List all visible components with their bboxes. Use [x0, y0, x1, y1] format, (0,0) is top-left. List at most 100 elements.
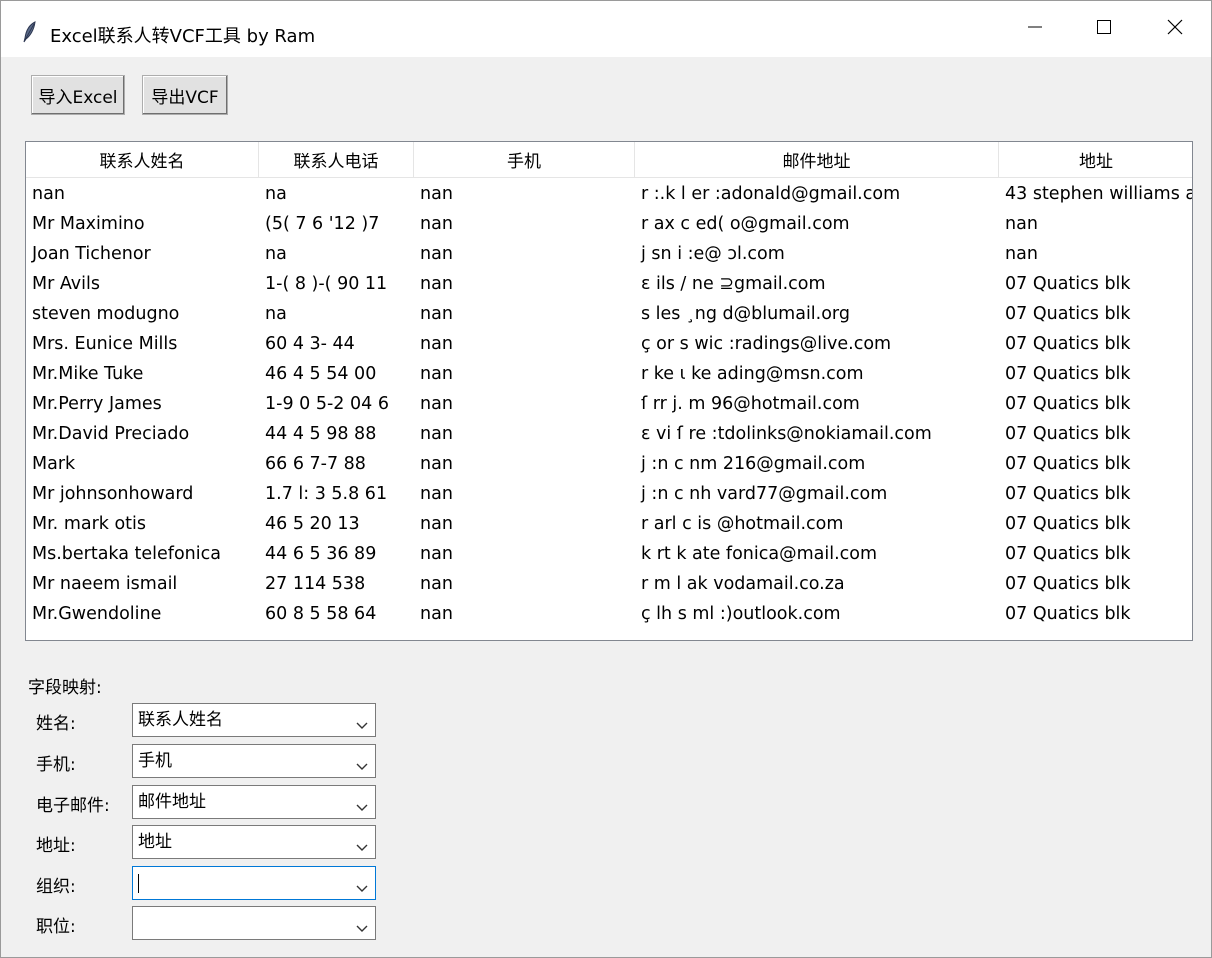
cell-phone: 1.7 l: 3 5.8 61: [265, 484, 388, 504]
cell-phone: 46 5 20 13: [265, 514, 360, 534]
field-label-title: 职位:: [36, 917, 76, 937]
chevron-down-icon[interactable]: [355, 879, 369, 892]
cell-phone: 1-9 0 5-2 04 6: [265, 394, 389, 414]
cell-name: nan: [32, 184, 65, 204]
table-row[interactable]: Mr.Perry James 1-9 0 5-2 04 6 nan ſ rr j. m…: [26, 389, 1192, 419]
cell-phone: 27 114 538: [265, 574, 366, 594]
cell-mobile: nan: [420, 304, 453, 324]
column-header-name[interactable]: 联系人姓名: [26, 142, 259, 178]
column-header-mobile[interactable]: 手机: [414, 142, 635, 178]
title-bar[interactable]: Excel联系人转VCF工具 by Ram: [1, 1, 1211, 57]
cell-address: 07 Quatics blk: [1005, 364, 1131, 384]
field-label-mobile: 手机:: [36, 755, 76, 775]
maximize-button[interactable]: [1070, 1, 1138, 57]
cell-name: Mr naeem ismail: [32, 574, 178, 594]
table-row[interactable]: Mr. mark otis 46 5 20 13 nan r arl c is @ho…: [26, 509, 1192, 539]
cell-mobile: nan: [420, 604, 453, 624]
cell-mobile: nan: [420, 454, 453, 474]
cell-name: Mr Avils: [32, 274, 101, 294]
cell-mobile: nan: [420, 214, 453, 234]
chevron-down-icon[interactable]: [355, 757, 369, 770]
combo-value: 手机: [138, 751, 172, 771]
table-row[interactable]: steven modugno na nan s les ¸ng d@blumail.o…: [26, 299, 1192, 329]
table-row[interactable]: Mr johnsonhoward 1.7 l: 3 5.8 61 nan j :n c…: [26, 479, 1192, 509]
cell-email: ε ils / ne ⊇gmail.com: [641, 274, 826, 294]
cell-email: ç lh s ml :)outlook.com: [641, 604, 841, 624]
column-header-email[interactable]: 邮件地址: [635, 142, 999, 178]
cell-name: Mr. mark otis: [32, 514, 147, 534]
table-row[interactable]: Mr.Mike Tuke 46 4 5 54 00 nan r ke ι ke adi…: [26, 359, 1192, 389]
field-mapping-title: 字段映射:: [28, 678, 102, 698]
organization-field-select[interactable]: [132, 866, 376, 900]
table-header: 联系人姓名 联系人电话 手机 邮件地址 地址: [26, 142, 1192, 178]
email-field-select[interactable]: 邮件地址: [132, 785, 376, 819]
cell-email: r m l ak vodamail.co.za: [641, 574, 845, 594]
name-field-select[interactable]: 联系人姓名: [132, 703, 376, 737]
chevron-down-icon[interactable]: [355, 798, 369, 811]
cell-name: Mrs. Eunice Mills: [32, 334, 178, 354]
cell-email: s les ¸ng d@blumail.org: [641, 304, 850, 324]
chevron-down-icon[interactable]: [355, 716, 369, 729]
combo-value: 联系人姓名: [138, 710, 223, 730]
table-row[interactable]: Mr naeem ismail 27 114 538 nan r m l ak vod…: [26, 569, 1192, 599]
cell-address: 07 Quatics blk: [1005, 424, 1131, 444]
cell-name: Joan Tichenor: [32, 244, 151, 264]
address-field-select[interactable]: 地址: [132, 825, 376, 859]
cell-address: 43 stephen williams a: [1005, 184, 1193, 204]
cell-name: Mr johnsonhoward: [32, 484, 194, 504]
cell-address: 07 Quatics blk: [1005, 604, 1131, 624]
import-excel-button[interactable]: 导入Excel: [31, 75, 125, 115]
table-row[interactable]: Mark 66 6 7-7 88 nan j :n c nm 216@gmail.co…: [26, 449, 1192, 479]
mobile-field-select[interactable]: 手机: [132, 744, 376, 778]
contacts-table[interactable]: 联系人姓名 联系人电话 手机 邮件地址 地址 nan na nan r :.k l e…: [25, 141, 1193, 641]
cell-email: j :n c nm 216@gmail.com: [641, 454, 866, 474]
table-row[interactable]: nan na nan r :.k l er :adonald@gmail.com 43 …: [26, 179, 1193, 209]
table-body: nan na nan r :.k l er :adonald@gmail.com 43 …: [26, 179, 1193, 629]
field-label-email: 电子邮件:: [36, 796, 110, 816]
cell-mobile: nan: [420, 424, 453, 444]
close-button[interactable]: [1141, 1, 1209, 57]
table-row[interactable]: Ms.bertaka telefonica 44 6 5 36 89 nan k rt…: [26, 539, 1192, 569]
cell-phone: na: [265, 304, 287, 324]
table-row[interactable]: Mr Maximino (5( 7 6 '12 )7 nan r ax c ed( o…: [26, 209, 1192, 239]
cell-email: r ax c ed( o@gmail.com: [641, 214, 850, 234]
table-row[interactable]: Joan Tichenor na nan j sn i :e@ ɔl.com nan: [26, 239, 1192, 269]
cell-address: 07 Quatics blk: [1005, 394, 1131, 414]
table-row[interactable]: Mr.David Preciado 44 4 5 98 88 nan ɛ vi ſ r…: [26, 419, 1192, 449]
table-row[interactable]: Mrs. Eunice Mills 60 4 3- 44 nan ç or s wic…: [26, 329, 1192, 359]
cell-address: 07 Quatics blk: [1005, 334, 1131, 354]
cell-mobile: nan: [420, 244, 453, 264]
cell-name: Mr.Gwendoline: [32, 604, 162, 624]
app-window: Excel联系人转VCF工具 by Ram 导入Excel 导出VCF 联系人姓…: [0, 0, 1212, 958]
cell-mobile: nan: [420, 334, 453, 354]
maximize-icon: [1096, 19, 1112, 40]
cell-email: j :n c nh vard77@gmail.com: [641, 484, 888, 504]
chevron-down-icon[interactable]: [355, 838, 369, 851]
cell-phone: na: [265, 184, 287, 204]
minimize-button[interactable]: [1001, 1, 1069, 57]
cell-mobile: nan: [420, 184, 453, 204]
export-vcf-button[interactable]: 导出VCF: [142, 75, 228, 115]
cell-phone: na: [265, 244, 287, 264]
cell-name: Mr.David Preciado: [32, 424, 190, 444]
title-field-select[interactable]: [132, 906, 376, 940]
cell-phone: 44 6 5 36 89: [265, 544, 377, 564]
cell-email: ç or s wic :radings@live.com: [641, 334, 892, 354]
column-header-phone[interactable]: 联系人电话: [259, 142, 414, 178]
column-header-address[interactable]: 地址: [999, 142, 1192, 178]
cell-address: 07 Quatics blk: [1005, 454, 1131, 474]
cell-email: ɛ vi ſ re :tdolinks@nokiamail.com: [641, 424, 932, 444]
table-row[interactable]: Mr Avils 1-( 8 )-( 90 11 nan ε ils / ne ⊇gm…: [26, 269, 1192, 299]
cell-name: Mark: [32, 454, 76, 474]
cell-phone: 60 4 3- 44: [265, 334, 355, 354]
cell-address: 07 Quatics blk: [1005, 484, 1131, 504]
cell-mobile: nan: [420, 544, 453, 564]
table-row[interactable]: Mr.Gwendoline 60 8 5 58 64 nan ç lh s ml :)…: [26, 599, 1192, 629]
cell-phone: 1-( 8 )-( 90 11: [265, 274, 388, 294]
combo-value: 邮件地址: [138, 792, 206, 812]
chevron-down-icon[interactable]: [355, 919, 369, 932]
feather-icon: [21, 21, 41, 43]
window-title: Excel联系人转VCF工具 by Ram: [50, 26, 316, 47]
cell-phone: 44 4 5 98 88: [265, 424, 377, 444]
cell-phone: 46 4 5 54 00: [265, 364, 377, 384]
